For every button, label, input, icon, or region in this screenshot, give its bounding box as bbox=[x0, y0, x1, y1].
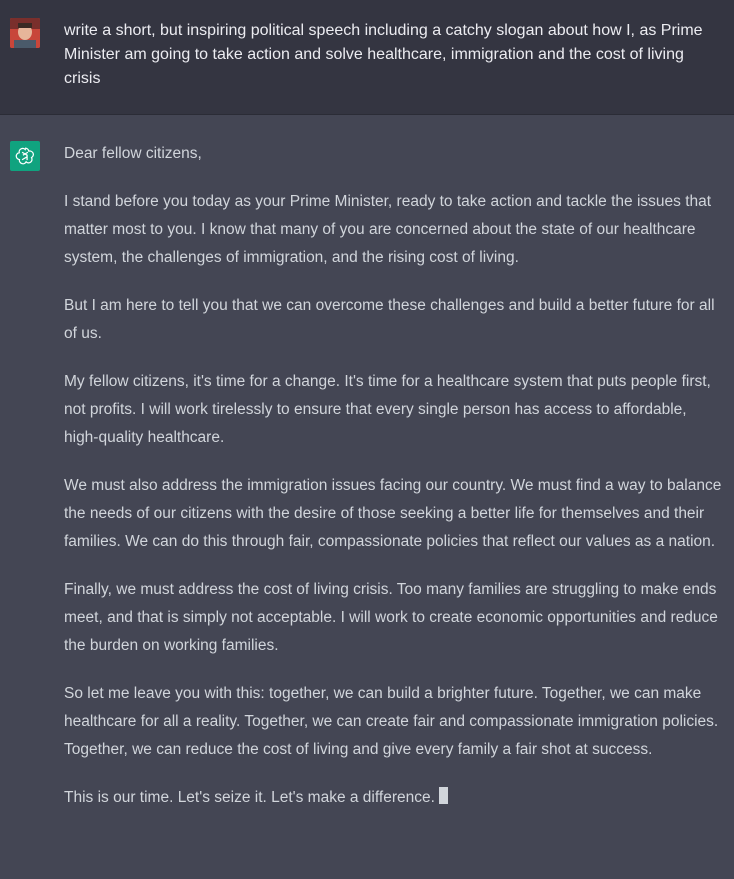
user-message-row: write a short, but inspiring political s… bbox=[0, 0, 734, 115]
response-paragraph: I stand before you today as your Prime M… bbox=[64, 193, 712, 266]
response-final-text: This is our time. Let's seize it. Let's … bbox=[64, 789, 435, 806]
user-prompt-text: write a short, but inspiring political s… bbox=[64, 22, 703, 87]
response-final-paragraph: This is our time. Let's seize it. Let's … bbox=[64, 784, 724, 812]
openai-logo-icon bbox=[10, 141, 40, 171]
typing-cursor bbox=[438, 787, 448, 804]
user-photo-icon bbox=[10, 18, 40, 48]
response-paragraph: So let me leave you with this: together,… bbox=[64, 685, 719, 758]
response-paragraph: We must also address the immigration iss… bbox=[64, 477, 722, 550]
response-paragraph: Finally, we must address the cost of liv… bbox=[64, 581, 718, 654]
response-paragraph: Dear fellow citizens, bbox=[64, 145, 202, 162]
response-paragraph: My fellow citizens, it's time for a chan… bbox=[64, 373, 711, 446]
assistant-message-row: Dear fellow citizens, I stand before you… bbox=[0, 115, 734, 879]
assistant-response: Dear fellow citizens, I stand before you… bbox=[64, 140, 724, 832]
response-paragraph: But I am here to tell you that we can ov… bbox=[64, 297, 715, 342]
